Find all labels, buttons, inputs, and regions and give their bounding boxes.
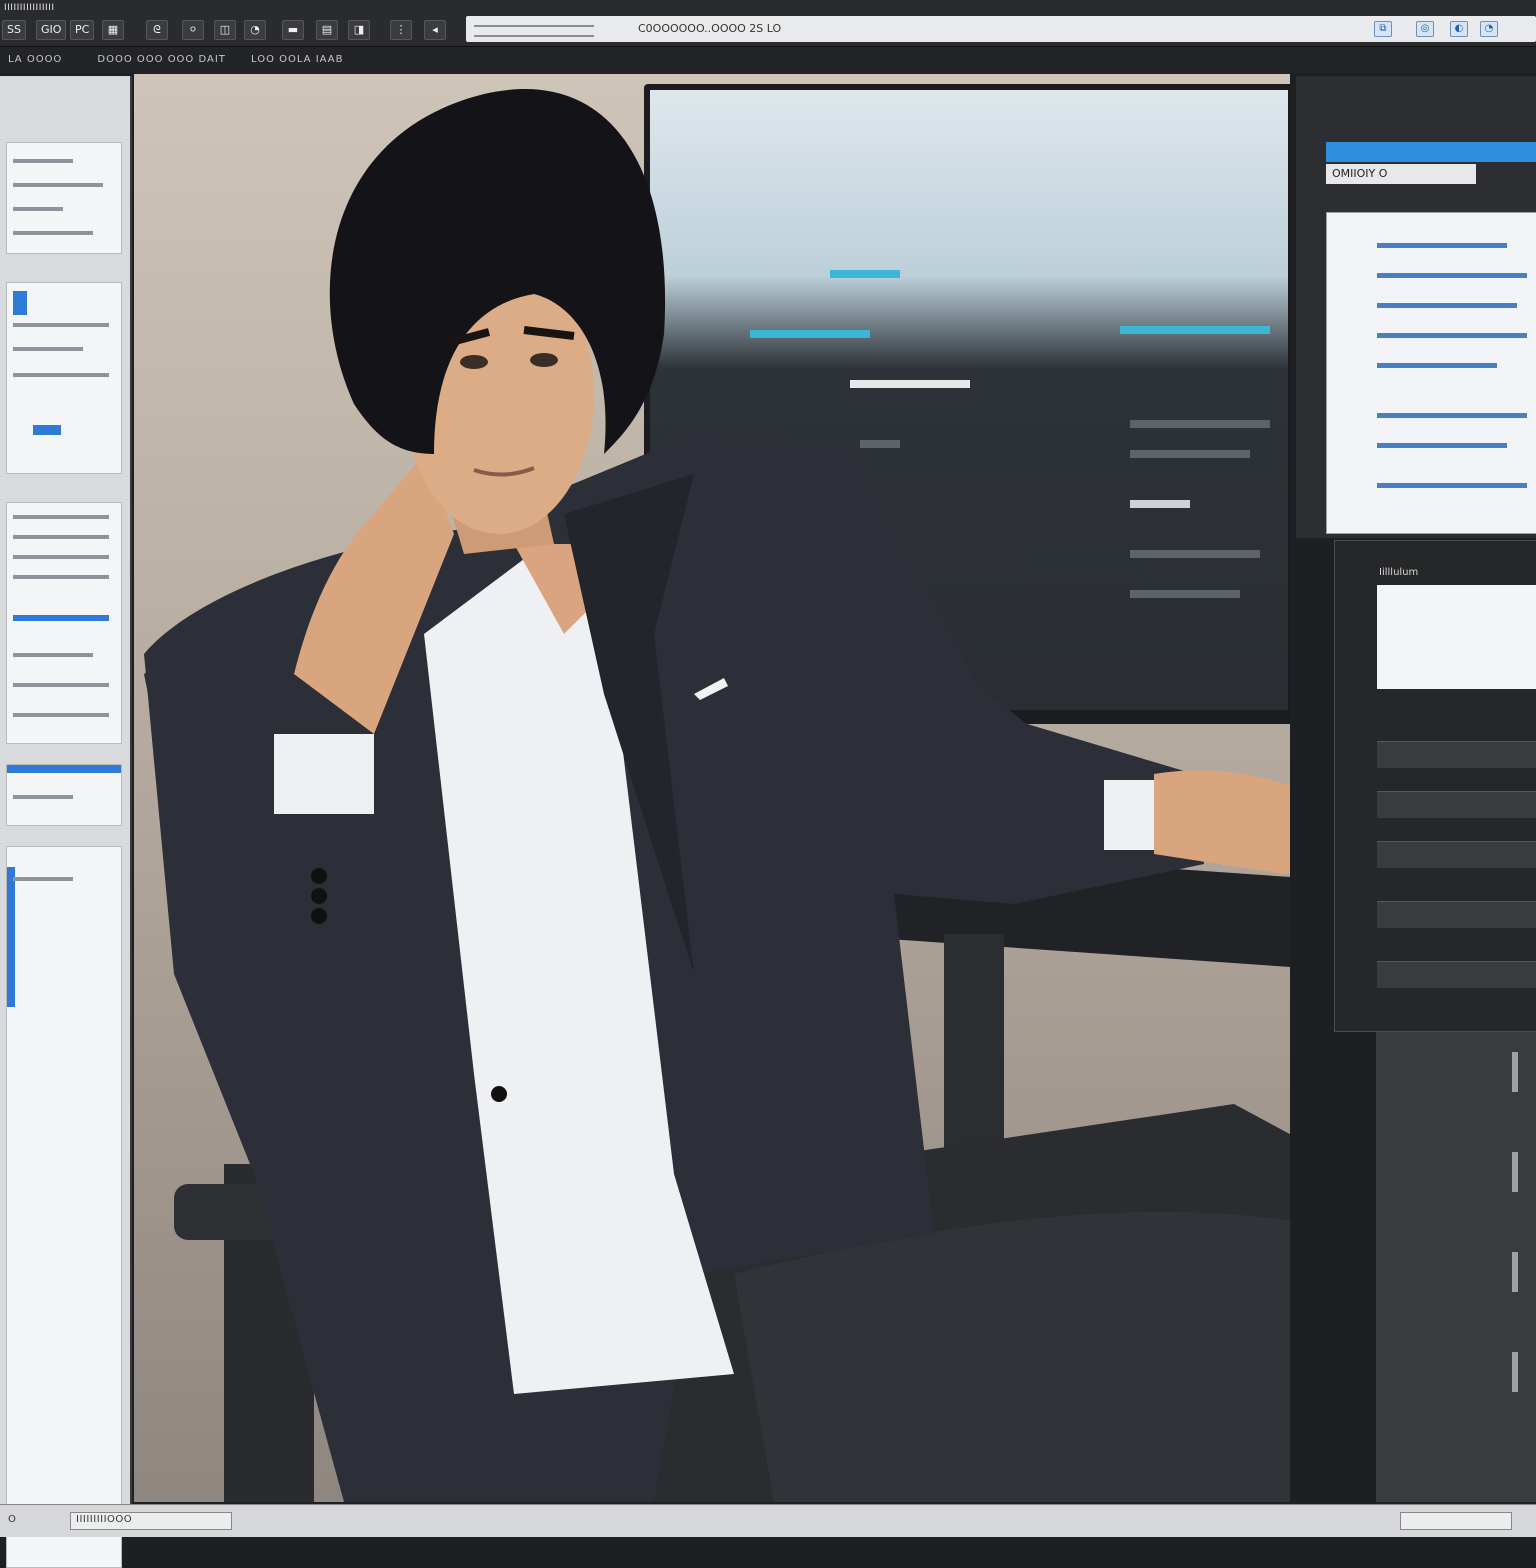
right-properties-panel: OMIIOIY O xyxy=(1296,76,1536,538)
address-slot xyxy=(474,25,594,37)
status-zoom-field[interactable] xyxy=(1400,1512,1512,1530)
history-icon[interactable]: ◔ xyxy=(1480,21,1498,37)
tool-slider[interactable] xyxy=(1512,1152,1518,1192)
left-panel-block[interactable] xyxy=(6,846,122,1568)
layer-row[interactable] xyxy=(1377,741,1536,768)
status-bar: O IIIIIIIIIOOO xyxy=(0,1504,1536,1537)
more-icon[interactable]: ⋮ xyxy=(390,20,412,40)
address-bar[interactable]: C0OOOOOO..OOOO 2S LO ⧉ ◎ ◐ ◔ xyxy=(466,16,1536,42)
left-panel-block[interactable] xyxy=(6,502,122,744)
status-text: IIIIIIIIIOOO xyxy=(76,1514,133,1525)
target-icon[interactable]: ◎ xyxy=(1416,21,1434,37)
bar-icon[interactable]: ▬ xyxy=(282,20,304,40)
toolbar-button-3[interactable]: PC xyxy=(70,20,95,40)
tool-slider[interactable] xyxy=(1512,1352,1518,1392)
image-canvas[interactable] xyxy=(134,74,1290,1502)
layer-row[interactable] xyxy=(1377,791,1536,818)
menu-item-3[interactable]: LOO OOLA IAAB xyxy=(251,54,343,65)
layers-preview[interactable] xyxy=(1377,585,1536,689)
window-icon[interactable]: ⧉ xyxy=(1374,21,1392,37)
app-title: IIIIIIIIIIIIIIII xyxy=(4,3,55,13)
layer-row[interactable] xyxy=(1377,901,1536,928)
layers-panel: Iilllulum xyxy=(1334,540,1536,1032)
tool-slider[interactable] xyxy=(1512,1052,1518,1092)
left-tool-panel xyxy=(0,76,132,1568)
layers-icon[interactable]: ▤ xyxy=(316,20,338,40)
right-panel-header-bar[interactable] xyxy=(1326,142,1536,162)
right-panel-document[interactable] xyxy=(1326,212,1536,534)
layers-panel-title: Iilllulum xyxy=(1379,567,1419,578)
circle-icon[interactable]: ⚪ xyxy=(182,20,204,40)
grid-icon[interactable]: ▦ xyxy=(102,20,124,40)
tool-strip xyxy=(1376,1032,1536,1502)
menu-bar: LA OOOO DOOO OOO OOO DAIT LOO OOLA IAAB xyxy=(0,47,1536,73)
status-left-indicator: O xyxy=(8,1514,16,1525)
contrast-icon[interactable]: ◐ xyxy=(1450,21,1468,37)
title-bar: IIIIIIIIIIIIIIII SS GIO PC ▦ ᘓ ⚪ ◫ ◔ ▬ ▤… xyxy=(0,0,1536,47)
back-icon[interactable]: ◂ xyxy=(424,20,446,40)
menu-item-2[interactable]: DOOO OOO OOO DAIT xyxy=(97,54,226,65)
toolbar-button-2[interactable]: GIO xyxy=(36,20,67,40)
left-panel-block[interactable] xyxy=(6,764,122,826)
panel-icon[interactable]: ◨ xyxy=(348,20,370,40)
lasso-icon[interactable]: ᘓ xyxy=(146,20,168,40)
right-panel-title: OMIIOIY O xyxy=(1326,164,1476,184)
dial-icon[interactable]: ◔ xyxy=(244,20,266,40)
layer-row[interactable] xyxy=(1377,841,1536,868)
left-panel-block[interactable] xyxy=(6,282,122,474)
toolbar-button-1[interactable]: SS xyxy=(2,20,26,40)
menu-item-1[interactable]: LA OOOO xyxy=(8,54,62,65)
frame-icon[interactable]: ◫ xyxy=(214,20,236,40)
left-panel-block[interactable] xyxy=(6,142,122,254)
tool-slider[interactable] xyxy=(1512,1252,1518,1292)
address-text: C0OOOOOO..OOOO 2S LO xyxy=(638,22,782,35)
seated-man-illustration xyxy=(144,89,1290,1502)
layer-row[interactable] xyxy=(1377,961,1536,988)
